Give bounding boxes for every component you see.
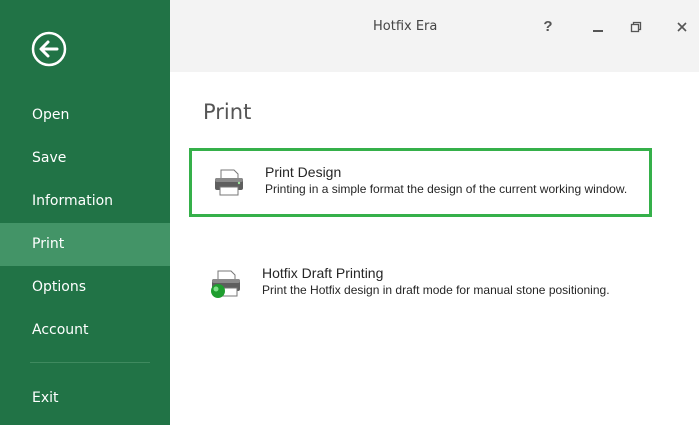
- print-design-option[interactable]: Print Design Printing in a simple format…: [189, 148, 652, 217]
- back-arrow-icon: [31, 31, 67, 67]
- help-button[interactable]: ?: [534, 15, 562, 39]
- restore-button[interactable]: [622, 15, 650, 39]
- minimize-button[interactable]: [584, 15, 612, 39]
- option-title: Print Design: [265, 164, 342, 180]
- printer-draft-icon: [211, 270, 240, 298]
- help-icon: ?: [543, 18, 553, 35]
- option-description: Printing in a simple format the design o…: [265, 182, 628, 196]
- minimize-icon: [593, 30, 603, 32]
- nav-save[interactable]: Save: [0, 137, 170, 180]
- nav-options[interactable]: Options: [0, 266, 170, 309]
- window-title: Hotfix Era: [373, 19, 438, 34]
- option-description: Print the Hotfix design in draft mode fo…: [262, 283, 610, 297]
- close-icon: [677, 22, 687, 32]
- nav-account[interactable]: Account: [0, 309, 170, 352]
- page-title: Print: [203, 100, 252, 124]
- close-button[interactable]: [668, 15, 696, 39]
- nav-print[interactable]: Print: [0, 223, 170, 266]
- hotfix-draft-printing-option[interactable]: Hotfix Draft Printing Print the Hotfix d…: [189, 252, 652, 321]
- nav-divider: [30, 362, 150, 363]
- nav-information[interactable]: Information: [0, 180, 170, 223]
- title-bar: Hotfix Era ?: [170, 0, 699, 72]
- nav-exit[interactable]: Exit: [0, 377, 170, 420]
- back-button[interactable]: [30, 30, 68, 68]
- nav-open[interactable]: Open: [0, 94, 170, 137]
- backstage-sidebar: Open Save Information Print Options Acco…: [0, 0, 170, 425]
- option-title: Hotfix Draft Printing: [262, 265, 384, 281]
- restore-icon: [630, 21, 642, 33]
- printer-icon: [215, 169, 243, 196]
